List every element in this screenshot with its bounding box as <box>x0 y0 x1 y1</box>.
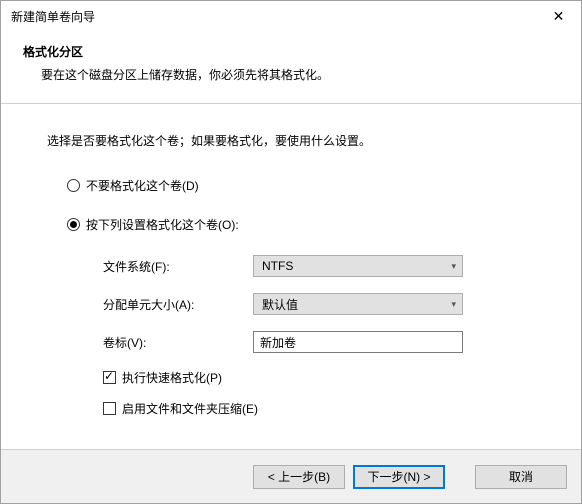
back-button[interactable]: < 上一步(B) <box>253 465 345 489</box>
filesystem-label: 文件系统(F): <box>103 258 253 275</box>
allocation-value: 默认值 <box>262 296 298 313</box>
chevron-down-icon: ▾ <box>451 299 456 310</box>
header-subtitle: 要在这个磁盘分区上储存数据，你必须先将其格式化。 <box>23 66 559 83</box>
window-title: 新建简单卷向导 <box>11 8 95 25</box>
button-label: 下一步(N) > <box>367 468 430 485</box>
cancel-button[interactable]: 取消 <box>475 465 567 489</box>
checkbox-label: 执行快速格式化(P) <box>122 369 222 386</box>
radio-icon <box>67 179 80 192</box>
filesystem-value: NTFS <box>262 259 293 273</box>
checkbox-compression[interactable]: 启用文件和文件夹压缩(E) <box>103 400 535 417</box>
volume-label-input[interactable] <box>253 331 463 353</box>
format-options: 不要格式化这个卷(D) 按下列设置格式化这个卷(O): 文件系统(F): NTF… <box>47 177 535 417</box>
row-filesystem: 文件系统(F): NTFS ▾ <box>103 255 535 277</box>
next-button[interactable]: 下一步(N) > <box>353 465 445 489</box>
titlebar: 新建简单卷向导 ✕ <box>1 1 581 31</box>
button-label: < 上一步(B) <box>268 468 330 485</box>
wizard-footer: < 上一步(B) 下一步(N) > 取消 <box>1 449 581 503</box>
checkbox-icon <box>103 402 116 415</box>
checkbox-label: 启用文件和文件夹压缩(E) <box>122 400 258 417</box>
radio-no-format[interactable]: 不要格式化这个卷(D) <box>67 177 535 194</box>
radio-label: 不要格式化这个卷(D) <box>86 177 199 194</box>
volume-label-label: 卷标(V): <box>103 334 253 351</box>
allocation-select[interactable]: 默认值 ▾ <box>253 293 463 315</box>
radio-label: 按下列设置格式化这个卷(O): <box>86 216 239 233</box>
row-allocation: 分配单元大小(A): 默认值 ▾ <box>103 293 535 315</box>
chevron-down-icon: ▾ <box>451 261 456 272</box>
allocation-label: 分配单元大小(A): <box>103 296 253 313</box>
radio-format-settings[interactable]: 按下列设置格式化这个卷(O): <box>67 216 535 233</box>
format-settings-group: 文件系统(F): NTFS ▾ 分配单元大小(A): 默认值 ▾ 卷标(V): <box>67 255 535 353</box>
instruction-text: 选择是否要格式化这个卷；如果要格式化，要使用什么设置。 <box>47 132 535 149</box>
checkbox-icon <box>103 371 116 384</box>
close-button[interactable]: ✕ <box>536 2 581 31</box>
close-icon: ✕ <box>553 8 565 25</box>
wizard-dialog: 新建简单卷向导 ✕ 格式化分区 要在这个磁盘分区上储存数据，你必须先将其格式化。… <box>0 0 582 504</box>
radio-icon <box>67 218 80 231</box>
format-checkboxes: 执行快速格式化(P) 启用文件和文件夹压缩(E) <box>67 369 535 417</box>
filesystem-select[interactable]: NTFS ▾ <box>253 255 463 277</box>
wizard-header: 格式化分区 要在这个磁盘分区上储存数据，你必须先将其格式化。 <box>1 31 581 103</box>
checkbox-quick-format[interactable]: 执行快速格式化(P) <box>103 369 535 386</box>
header-title: 格式化分区 <box>23 43 559 60</box>
button-label: 取消 <box>509 468 533 485</box>
row-volume-label: 卷标(V): <box>103 331 535 353</box>
content-area: 选择是否要格式化这个卷；如果要格式化，要使用什么设置。 不要格式化这个卷(D) … <box>1 104 581 449</box>
